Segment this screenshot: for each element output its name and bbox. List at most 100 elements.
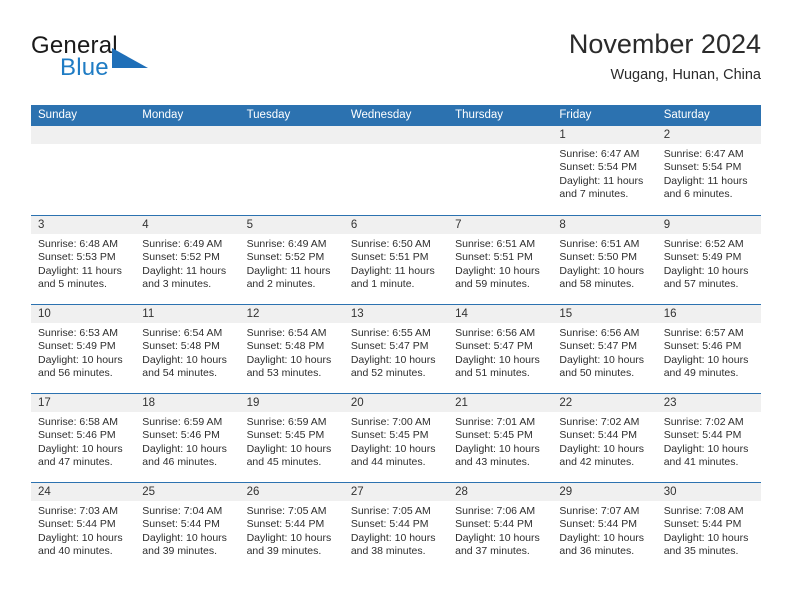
day-number-band: 5 xyxy=(239,216,344,234)
page-header: General Blue November 2024 Wugang, Hunan… xyxy=(31,28,761,100)
day-detail-line: Sunset: 5:52 PM xyxy=(142,251,220,264)
day-cell[interactable]: 15 Sunrise: 6:56 AM Sunset: 5:47 PM Dayligh… xyxy=(552,305,657,393)
day-cell[interactable]: 20 Sunrise: 7:00 AM Sunset: 5:45 PM Dayligh… xyxy=(343,394,449,482)
day-details: Sunrise: 7:02 AM Sunset: 5:44 PM Daylight:… xyxy=(657,412,761,470)
day-cell[interactable]: 6 Sunrise: 6:50 AM Sunset: 5:51 PM Daylight… xyxy=(343,216,449,304)
day-detail-line: Sunset: 5:45 PM xyxy=(350,429,429,442)
day-detail-line: Sunset: 5:44 PM xyxy=(559,429,638,442)
day-detail-line: and 2 minutes. xyxy=(246,278,316,291)
day-details: Sunrise: 7:00 AM Sunset: 5:45 PM Daylight:… xyxy=(344,412,448,470)
day-cell[interactable]: 3 Sunrise: 6:48 AM Sunset: 5:53 PM Daylight… xyxy=(31,216,136,304)
page-title: November 2024 xyxy=(568,29,761,59)
day-detail-line: Sunrise: 6:59 AM xyxy=(246,416,327,428)
day-cell[interactable]: 23 Sunrise: 7:02 AM Sunset: 5:44 PM Dayligh… xyxy=(656,394,761,482)
day-number-band: 11 xyxy=(135,305,240,323)
day-detail-line: Sunset: 5:52 PM xyxy=(246,251,325,264)
day-number: 16 xyxy=(663,308,677,320)
day-number: 7 xyxy=(455,219,462,231)
day-number-band xyxy=(135,126,240,144)
day-detail-line: Sunset: 5:47 PM xyxy=(350,340,429,353)
day-details: Sunrise: 7:07 AM Sunset: 5:44 PM Daylight:… xyxy=(552,501,656,559)
day-detail-line: and 6 minutes. xyxy=(663,188,733,201)
calendar-week-row: 1 Sunrise: 6:47 AM Sunset: 5:54 PM Daylight… xyxy=(31,126,761,215)
day-cell[interactable]: 29 Sunrise: 7:07 AM Sunset: 5:44 PM Dayligh… xyxy=(552,483,657,571)
day-cell[interactable]: 26 Sunrise: 7:05 AM Sunset: 5:44 PM Dayligh… xyxy=(239,483,344,571)
day-detail-line: and 3 minutes. xyxy=(142,278,212,291)
day-number: 18 xyxy=(142,397,156,409)
day-details xyxy=(448,144,552,148)
day-details: Sunrise: 6:58 AM Sunset: 5:46 PM Daylight:… xyxy=(31,412,135,470)
day-details: Sunrise: 6:47 AM Sunset: 5:54 PM Daylight:… xyxy=(552,144,656,202)
day-detail-line: Sunset: 5:54 PM xyxy=(559,161,638,174)
day-detail-line: Sunrise: 7:01 AM xyxy=(455,416,536,428)
day-number: 11 xyxy=(142,308,155,320)
day-detail-line: Sunset: 5:48 PM xyxy=(246,340,325,353)
day-detail-line: Daylight: 11 hours xyxy=(142,264,227,277)
day-details: Sunrise: 6:54 AM Sunset: 5:48 PM Daylight:… xyxy=(135,323,239,381)
day-cell[interactable]: 8 Sunrise: 6:51 AM Sunset: 5:50 PM Daylight… xyxy=(552,216,657,304)
day-cell[interactable]: 21 Sunrise: 7:01 AM Sunset: 5:45 PM Dayligh… xyxy=(448,394,553,482)
day-number-band: 13 xyxy=(343,305,449,323)
day-number-band: 2 xyxy=(656,126,761,144)
calendar-week-row: 24 Sunrise: 7:03 AM Sunset: 5:44 PM Dayligh… xyxy=(31,482,761,571)
day-details: Sunrise: 6:47 AM Sunset: 5:54 PM Daylight:… xyxy=(657,144,761,202)
day-cell[interactable]: 11 Sunrise: 6:54 AM Sunset: 5:48 PM Dayligh… xyxy=(135,305,240,393)
day-detail-line: Daylight: 11 hours xyxy=(350,264,435,277)
day-cell[interactable]: 13 Sunrise: 6:55 AM Sunset: 5:47 PM Dayligh… xyxy=(343,305,449,393)
day-cell[interactable]: 17 Sunrise: 6:58 AM Sunset: 5:46 PM Dayligh… xyxy=(31,394,136,482)
day-detail-line: Sunrise: 7:00 AM xyxy=(350,416,431,428)
day-number-band: 29 xyxy=(552,483,657,501)
day-number-band: 17 xyxy=(31,394,136,412)
day-detail-line: and 36 minutes. xyxy=(559,545,635,558)
day-detail-line: and 59 minutes. xyxy=(455,278,530,291)
day-detail-line: Sunrise: 6:49 AM xyxy=(246,238,327,250)
day-detail-line: Daylight: 10 hours xyxy=(455,442,540,455)
day-number: 19 xyxy=(246,397,260,409)
day-cell[interactable]: 2 Sunrise: 6:47 AM Sunset: 5:54 PM Daylight… xyxy=(656,126,761,215)
day-number-band: 26 xyxy=(239,483,344,501)
day-number-band: 18 xyxy=(135,394,240,412)
day-details xyxy=(31,144,135,148)
day-detail-line: and 37 minutes. xyxy=(455,545,530,558)
day-number-band: 27 xyxy=(343,483,449,501)
day-detail-line: Daylight: 10 hours xyxy=(663,264,749,277)
day-cell-empty xyxy=(448,126,553,215)
day-cell[interactable]: 18 Sunrise: 6:59 AM Sunset: 5:46 PM Dayligh… xyxy=(135,394,240,482)
day-cell[interactable]: 16 Sunrise: 6:57 AM Sunset: 5:46 PM Dayligh… xyxy=(656,305,761,393)
day-cell[interactable]: 22 Sunrise: 7:02 AM Sunset: 5:44 PM Dayligh… xyxy=(552,394,657,482)
day-cell[interactable]: 9 Sunrise: 6:52 AM Sunset: 5:49 PM Daylight… xyxy=(656,216,761,304)
day-cell[interactable]: 24 Sunrise: 7:03 AM Sunset: 5:44 PM Dayligh… xyxy=(31,483,136,571)
day-cell[interactable]: 25 Sunrise: 7:04 AM Sunset: 5:44 PM Dayligh… xyxy=(135,483,240,571)
day-cell-empty xyxy=(343,126,449,215)
general-blue-logo[interactable]: General Blue xyxy=(31,32,261,92)
day-cell[interactable]: 5 Sunrise: 6:49 AM Sunset: 5:52 PM Daylight… xyxy=(239,216,344,304)
day-cell[interactable]: 10 Sunrise: 6:53 AM Sunset: 5:49 PM Dayligh… xyxy=(31,305,136,393)
day-cell[interactable]: 28 Sunrise: 7:06 AM Sunset: 5:44 PM Dayligh… xyxy=(448,483,553,571)
day-detail-line: Daylight: 11 hours xyxy=(38,264,122,277)
day-cell[interactable]: 12 Sunrise: 6:54 AM Sunset: 5:48 PM Dayligh… xyxy=(239,305,344,393)
day-detail-line: Daylight: 10 hours xyxy=(663,531,749,544)
day-cell[interactable]: 14 Sunrise: 6:56 AM Sunset: 5:47 PM Dayligh… xyxy=(448,305,553,393)
day-detail-line: and 58 minutes. xyxy=(559,278,635,291)
day-detail-line: Daylight: 11 hours xyxy=(663,174,748,187)
day-cell[interactable]: 4 Sunrise: 6:49 AM Sunset: 5:52 PM Daylight… xyxy=(135,216,240,304)
day-cell[interactable]: 30 Sunrise: 7:08 AM Sunset: 5:44 PM Dayligh… xyxy=(656,483,761,571)
day-detail-line: and 51 minutes. xyxy=(455,367,530,380)
weekday-header-saturday: Saturday xyxy=(663,109,710,121)
day-detail-line: and 40 minutes. xyxy=(38,545,113,558)
day-detail-line: Sunrise: 7:07 AM xyxy=(559,505,640,517)
day-detail-line: Sunset: 5:53 PM xyxy=(38,251,116,264)
day-detail-line: Sunrise: 6:56 AM xyxy=(559,327,640,339)
day-detail-line: and 43 minutes. xyxy=(455,456,530,469)
day-cell[interactable]: 1 Sunrise: 6:47 AM Sunset: 5:54 PM Daylight… xyxy=(552,126,657,215)
day-cell[interactable]: 7 Sunrise: 6:51 AM Sunset: 5:51 PM Daylight… xyxy=(448,216,553,304)
calendar-week-row: 10 Sunrise: 6:53 AM Sunset: 5:49 PM Dayligh… xyxy=(31,304,761,393)
day-detail-line: Sunrise: 7:02 AM xyxy=(663,416,744,428)
day-detail-line: Daylight: 10 hours xyxy=(246,442,332,455)
day-cell[interactable]: 27 Sunrise: 7:05 AM Sunset: 5:44 PM Dayligh… xyxy=(343,483,449,571)
day-number: 22 xyxy=(559,397,573,409)
day-details: Sunrise: 7:04 AM Sunset: 5:44 PM Daylight:… xyxy=(135,501,239,559)
day-detail-line: Sunset: 5:48 PM xyxy=(142,340,220,353)
day-cell[interactable]: 19 Sunrise: 6:59 AM Sunset: 5:45 PM Dayligh… xyxy=(239,394,344,482)
day-detail-line: Sunrise: 6:53 AM xyxy=(38,327,118,339)
